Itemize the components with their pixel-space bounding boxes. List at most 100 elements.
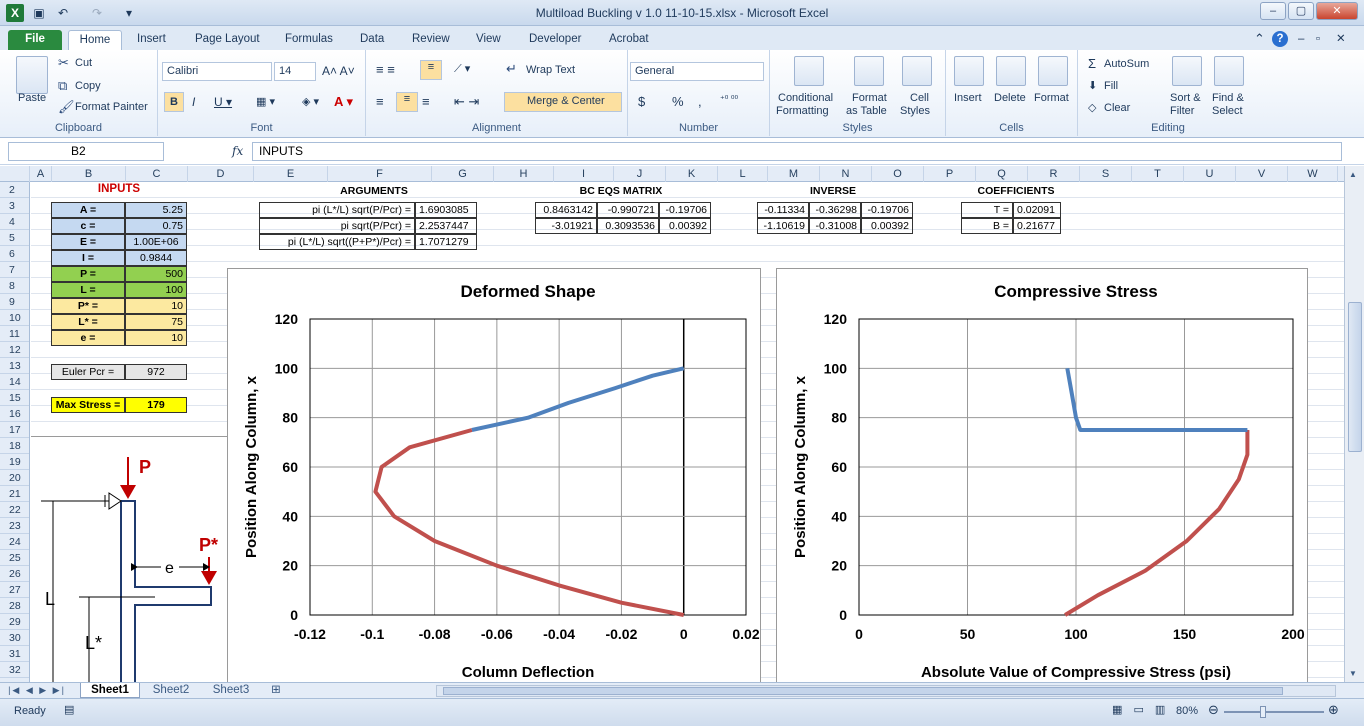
column-header-c[interactable]: C bbox=[126, 166, 188, 182]
input-value[interactable]: 10 bbox=[125, 298, 187, 314]
row-header-22[interactable]: 22 bbox=[0, 502, 29, 518]
zoom-level[interactable]: 80% bbox=[1176, 705, 1198, 717]
sheet-tab-2[interactable]: Sheet2 bbox=[142, 683, 200, 698]
row-header-25[interactable]: 25 bbox=[0, 550, 29, 566]
column-header-v[interactable]: V bbox=[1236, 166, 1288, 182]
coef-value-t[interactable]: 0.02091 bbox=[1013, 202, 1061, 218]
input-value[interactable]: 0.9844 bbox=[125, 250, 187, 266]
font-name-select[interactable]: Calibri bbox=[162, 62, 272, 81]
row-header-29[interactable]: 29 bbox=[0, 614, 29, 630]
row-header-8[interactable]: 8 bbox=[0, 278, 29, 294]
bold-button[interactable]: B bbox=[164, 92, 184, 112]
column-header-b[interactable]: B bbox=[52, 166, 126, 182]
deformed-shape-chart[interactable]: Deformed Shape -0.12 -0.1 -0.08 -0.06 -0.04 -0… bbox=[227, 268, 761, 682]
column-header-o[interactable]: O bbox=[872, 166, 924, 182]
ribbon-minimize-icon[interactable]: ⌃ bbox=[1254, 30, 1265, 50]
column-header-t[interactable]: T bbox=[1132, 166, 1184, 182]
sort-filter-button[interactable]: Sort & bbox=[1170, 92, 1201, 104]
column-header-d[interactable]: D bbox=[188, 166, 254, 182]
column-header-u[interactable]: U bbox=[1184, 166, 1236, 182]
row-header-23[interactable]: 23 bbox=[0, 518, 29, 534]
column-header-h[interactable]: H bbox=[494, 166, 554, 182]
decimal-icon[interactable]: ⁺⁰ ⁰⁰ bbox=[720, 94, 738, 105]
align-left-icon[interactable]: ≡ bbox=[376, 94, 384, 109]
arg-value-3[interactable]: 1.7071279 bbox=[415, 234, 477, 250]
row-header-9[interactable]: 9 bbox=[0, 294, 29, 310]
underline-button[interactable]: U ▾ bbox=[214, 95, 232, 109]
sheet-nav-icon[interactable]: |◀ ◀ ▶ ▶| bbox=[6, 683, 68, 698]
restore-window-icon[interactable]: – bbox=[1298, 30, 1304, 50]
column-header-m[interactable]: M bbox=[768, 166, 820, 182]
row-header-24[interactable]: 24 bbox=[0, 534, 29, 550]
cell-styles-sub[interactable]: Styles bbox=[900, 105, 930, 117]
arg-value-1[interactable]: 1.6903085 bbox=[415, 202, 477, 218]
row-header-21[interactable]: 21 bbox=[0, 486, 29, 502]
format-as-table-sub[interactable]: as Table bbox=[846, 105, 887, 117]
row-header-11[interactable]: 11 bbox=[0, 326, 29, 342]
worksheet-grid[interactable]: INPUTS A = 5.25 c = 0.75 E = 1.00E+06 I = 0.984… bbox=[31, 182, 1344, 682]
close-button[interactable]: ✕ bbox=[1316, 2, 1358, 20]
bc_matrix-cell[interactable]: 0.8463142 bbox=[535, 202, 597, 218]
fill-button[interactable]: Fill bbox=[1104, 80, 1118, 92]
tab-insert[interactable]: Insert bbox=[137, 30, 166, 50]
column-header-s[interactable]: S bbox=[1080, 166, 1132, 182]
help-icon[interactable]: ? bbox=[1272, 31, 1288, 47]
zoom-out-icon[interactable]: ⊖ bbox=[1208, 702, 1219, 718]
macro-record-icon[interactable]: ▤ bbox=[64, 703, 74, 716]
grow-font-icon[interactable]: A˄ A˅ bbox=[322, 64, 355, 78]
row-header-12[interactable]: 12 bbox=[0, 342, 29, 358]
input-value[interactable]: 100 bbox=[125, 282, 187, 298]
inverse-cell[interactable]: -0.31008 bbox=[809, 218, 861, 234]
row-header-28[interactable]: 28 bbox=[0, 598, 29, 614]
vertical-scrollbar[interactable]: ▲ ▼ bbox=[1344, 166, 1364, 682]
column-header-e[interactable]: E bbox=[254, 166, 328, 182]
tab-home[interactable]: Home bbox=[68, 30, 122, 50]
currency-button[interactable]: $ bbox=[638, 94, 645, 109]
insert-sheet-icon[interactable]: ⊞ bbox=[262, 683, 290, 698]
tab-data[interactable]: Data bbox=[360, 30, 384, 50]
formula-input[interactable]: INPUTS bbox=[252, 142, 1342, 161]
zoom-slider-thumb[interactable] bbox=[1260, 706, 1266, 718]
row-header-15[interactable]: 15 bbox=[0, 390, 29, 406]
arg-value-2[interactable]: 2.2537447 bbox=[415, 218, 477, 234]
bc_matrix-cell[interactable]: 0.00392 bbox=[659, 218, 711, 234]
restore-down-icon[interactable]: ▫ bbox=[1316, 30, 1320, 50]
close-workbook-icon[interactable]: ✕ bbox=[1336, 30, 1346, 50]
input-value[interactable]: 1.00E+06 bbox=[125, 234, 187, 250]
row-header-14[interactable]: 14 bbox=[0, 374, 29, 390]
row-header-19[interactable]: 19 bbox=[0, 454, 29, 470]
select-all-corner[interactable] bbox=[0, 166, 30, 182]
bc_matrix-cell[interactable]: 0.3093536 bbox=[597, 218, 659, 234]
format-as-table-button[interactable]: Format bbox=[852, 92, 887, 104]
column-header-a[interactable]: A bbox=[30, 166, 52, 182]
fill-color-icon[interactable]: ◈ ▾ bbox=[302, 95, 319, 108]
vertical-scroll-thumb[interactable] bbox=[1348, 302, 1362, 452]
row-header-10[interactable]: 10 bbox=[0, 310, 29, 326]
max-stress-value[interactable]: 179 bbox=[125, 397, 187, 413]
column-header-w[interactable]: W bbox=[1288, 166, 1338, 182]
euler-value[interactable]: 972 bbox=[125, 364, 187, 380]
percent-button[interactable]: % bbox=[672, 94, 684, 109]
tab-developer[interactable]: Developer bbox=[529, 30, 581, 50]
column-header-i[interactable]: I bbox=[554, 166, 614, 182]
tab-page-layout[interactable]: Page Layout bbox=[195, 30, 260, 50]
inverse-cell[interactable]: -0.11334 bbox=[757, 202, 809, 218]
row-header-3[interactable]: 3 bbox=[0, 198, 29, 214]
row-header-4[interactable]: 4 bbox=[0, 214, 29, 230]
sort-filter-sub[interactable]: Filter bbox=[1170, 105, 1194, 117]
column-header-f[interactable]: F bbox=[328, 166, 432, 182]
inverse-cell[interactable]: -0.36298 bbox=[809, 202, 861, 218]
row-header-16[interactable]: 16 bbox=[0, 406, 29, 422]
align-bottom-icon[interactable]: ≡ bbox=[420, 60, 442, 80]
row-header-31[interactable]: 31 bbox=[0, 646, 29, 662]
tab-review[interactable]: Review bbox=[412, 30, 450, 50]
indent-icon[interactable]: ⇤ ⇥ bbox=[454, 94, 479, 110]
tab-file[interactable]: File bbox=[8, 30, 62, 50]
input-value[interactable]: 0.75 bbox=[125, 218, 187, 234]
clear-button[interactable]: Clear bbox=[1104, 102, 1130, 114]
view-buttons-icon[interactable]: ▦ ▭ ▥ bbox=[1112, 703, 1169, 716]
row-header-7[interactable]: 7 bbox=[0, 262, 29, 278]
align-center-icon[interactable]: ≡ bbox=[396, 92, 418, 112]
scroll-up-icon[interactable]: ▲ bbox=[1349, 170, 1357, 179]
font-color-icon[interactable]: A ▾ bbox=[334, 94, 353, 110]
